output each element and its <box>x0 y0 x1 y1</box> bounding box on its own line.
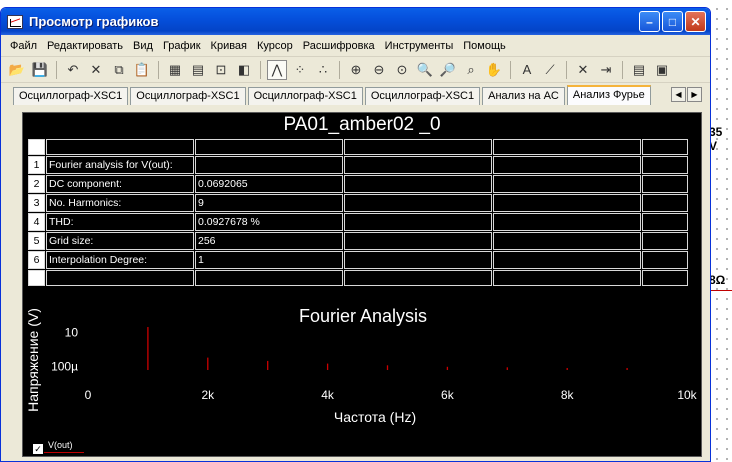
zoom-full-icon[interactable]: ⊙ <box>392 60 412 80</box>
schematic-wire <box>711 290 732 291</box>
print-icon[interactable]: ▤ <box>629 60 649 80</box>
legend-icon[interactable]: ▤ <box>188 60 208 80</box>
x-axis-label: Частота (Hz) <box>334 409 416 425</box>
tab-strip: Осциллограф-XSC1 Осциллограф-XSC1 Осциллог… <box>1 85 710 105</box>
y-tick-label: 10 <box>65 326 79 340</box>
title-bar[interactable]: Просмотр графиков – □ ✕ <box>1 8 710 35</box>
toolbar-separator <box>622 60 623 79</box>
schematic-label-resistor: 8Ω <box>709 273 726 287</box>
points-icon[interactable]: ∴ <box>313 60 333 80</box>
label-icon[interactable]: ⟋ <box>540 60 560 80</box>
toolbar-separator <box>260 60 261 79</box>
tab-1[interactable]: Осциллограф-XSC1 <box>130 87 246 105</box>
zoom-in-icon[interactable]: ⊕ <box>346 60 366 80</box>
chart-title: Fourier Analysis <box>299 306 427 326</box>
menu-item-8[interactable]: Помощь <box>458 40 511 52</box>
x-tick-label: 8k <box>561 388 575 402</box>
menu-item-7[interactable]: Инструменты <box>380 40 459 52</box>
tab-3[interactable]: Осциллограф-XSC1 <box>364 87 481 105</box>
print-preview-icon[interactable]: ▣ <box>652 60 672 80</box>
pan-hand-icon[interactable]: ✋ <box>484 60 504 80</box>
schematic-label-voltage: 35 V <box>709 125 723 153</box>
menu-bar: Файл Редактировать Вид График Кривая Курсор Ра… <box>1 35 710 57</box>
grid-icon[interactable]: ▦ <box>165 60 185 80</box>
graph-viewer-window: Просмотр графиков – □ ✕ Файл Редактироват… <box>0 7 711 462</box>
invert-colors-icon[interactable]: ◧ <box>234 60 254 80</box>
maximize-button[interactable]: □ <box>662 11 683 32</box>
y-tick-label: 100µ <box>51 359 78 373</box>
markers-icon[interactable]: ⁘ <box>290 60 310 80</box>
open-folder-icon[interactable]: 📂 <box>7 60 27 80</box>
peak-icon[interactable]: ⋀ <box>267 59 287 80</box>
overlay-traces-icon[interactable]: ✕ <box>573 60 593 80</box>
tab-2[interactable]: Осциллограф-XSC1 <box>247 87 363 105</box>
save-icon[interactable]: 💾 <box>30 60 50 80</box>
legend-label: V(out) <box>48 440 73 450</box>
x-tick-label: 10k <box>677 388 697 402</box>
toolbar-separator <box>339 60 340 79</box>
fourier-chart: Fourier Analysis Напряжение (V) Частота (H… <box>25 306 698 425</box>
tab-0[interactable]: Осциллограф-XSC1 <box>13 87 129 105</box>
menu-item-4[interactable]: Кривая <box>206 40 252 52</box>
graph-app-icon <box>7 14 23 29</box>
menu-item-6[interactable]: Расшифровка <box>298 40 380 52</box>
tab-scroll-right-icon[interactable]: ▶ <box>687 87 702 102</box>
export-icon[interactable]: ⇥ <box>596 60 616 80</box>
zoom-area-icon[interactable]: ⌕ <box>461 60 481 80</box>
text-icon[interactable]: A <box>517 60 537 80</box>
menu-item-0[interactable]: Файл <box>5 40 42 52</box>
tab-scroll-left-icon[interactable]: ◀ <box>671 87 686 102</box>
analysis-page: PA01_amber02 _0 1 Fourier analysis for V(… <box>22 112 702 457</box>
window-title: Просмотр графиков <box>29 14 159 29</box>
cursor-icon[interactable]: ⊡ <box>211 60 231 80</box>
close-button[interactable]: ✕ <box>685 11 706 32</box>
menu-item-5[interactable]: Курсор <box>252 40 298 52</box>
menu-item-1[interactable]: Редактировать <box>42 40 128 52</box>
toolbar-separator <box>510 60 511 79</box>
zoom-out-icon[interactable]: ⊖ <box>369 60 389 80</box>
x-tick-label: 0 <box>85 388 92 402</box>
x-tick-label: 2k <box>201 388 215 402</box>
paste-icon[interactable]: 📋 <box>132 60 152 80</box>
toolbar-separator <box>158 60 159 79</box>
tab-4[interactable]: Анализ на AC <box>482 87 565 105</box>
cut-icon[interactable]: ✕ <box>86 60 106 80</box>
y-axis-label: Напряжение (V) <box>25 308 41 412</box>
zoom-x-icon[interactable]: 🔍 <box>415 60 435 80</box>
copy-icon[interactable]: ⧉ <box>109 60 129 80</box>
toolbar-separator <box>566 60 567 79</box>
x-tick-label: 6k <box>441 388 455 402</box>
x-tick-label: 4k <box>321 388 335 402</box>
undo-icon[interactable]: ↶ <box>63 60 83 80</box>
zoom-y-icon[interactable]: 🔎 <box>438 60 458 80</box>
legend-checkbox[interactable]: ✓ <box>33 444 43 454</box>
menu-item-3[interactable]: График <box>158 40 206 52</box>
menu-item-2[interactable]: Вид <box>128 40 158 52</box>
tab-5[interactable]: Анализ Фурье <box>566 85 651 105</box>
minimize-button[interactable]: – <box>639 11 660 32</box>
legend-line <box>44 452 84 453</box>
toolbar-separator <box>56 60 57 79</box>
toolbar: 📂 💾 ↶ ✕ ⧉ 📋 ▦ ▤ ⊡ ◧ ⋀ ⁘ ∴ ⊕ ⊖ ⊙ 🔍 🔎 ⌕ ✋ A ⟋ ✕ ⇥ ▤ ▣ <box>1 57 710 83</box>
